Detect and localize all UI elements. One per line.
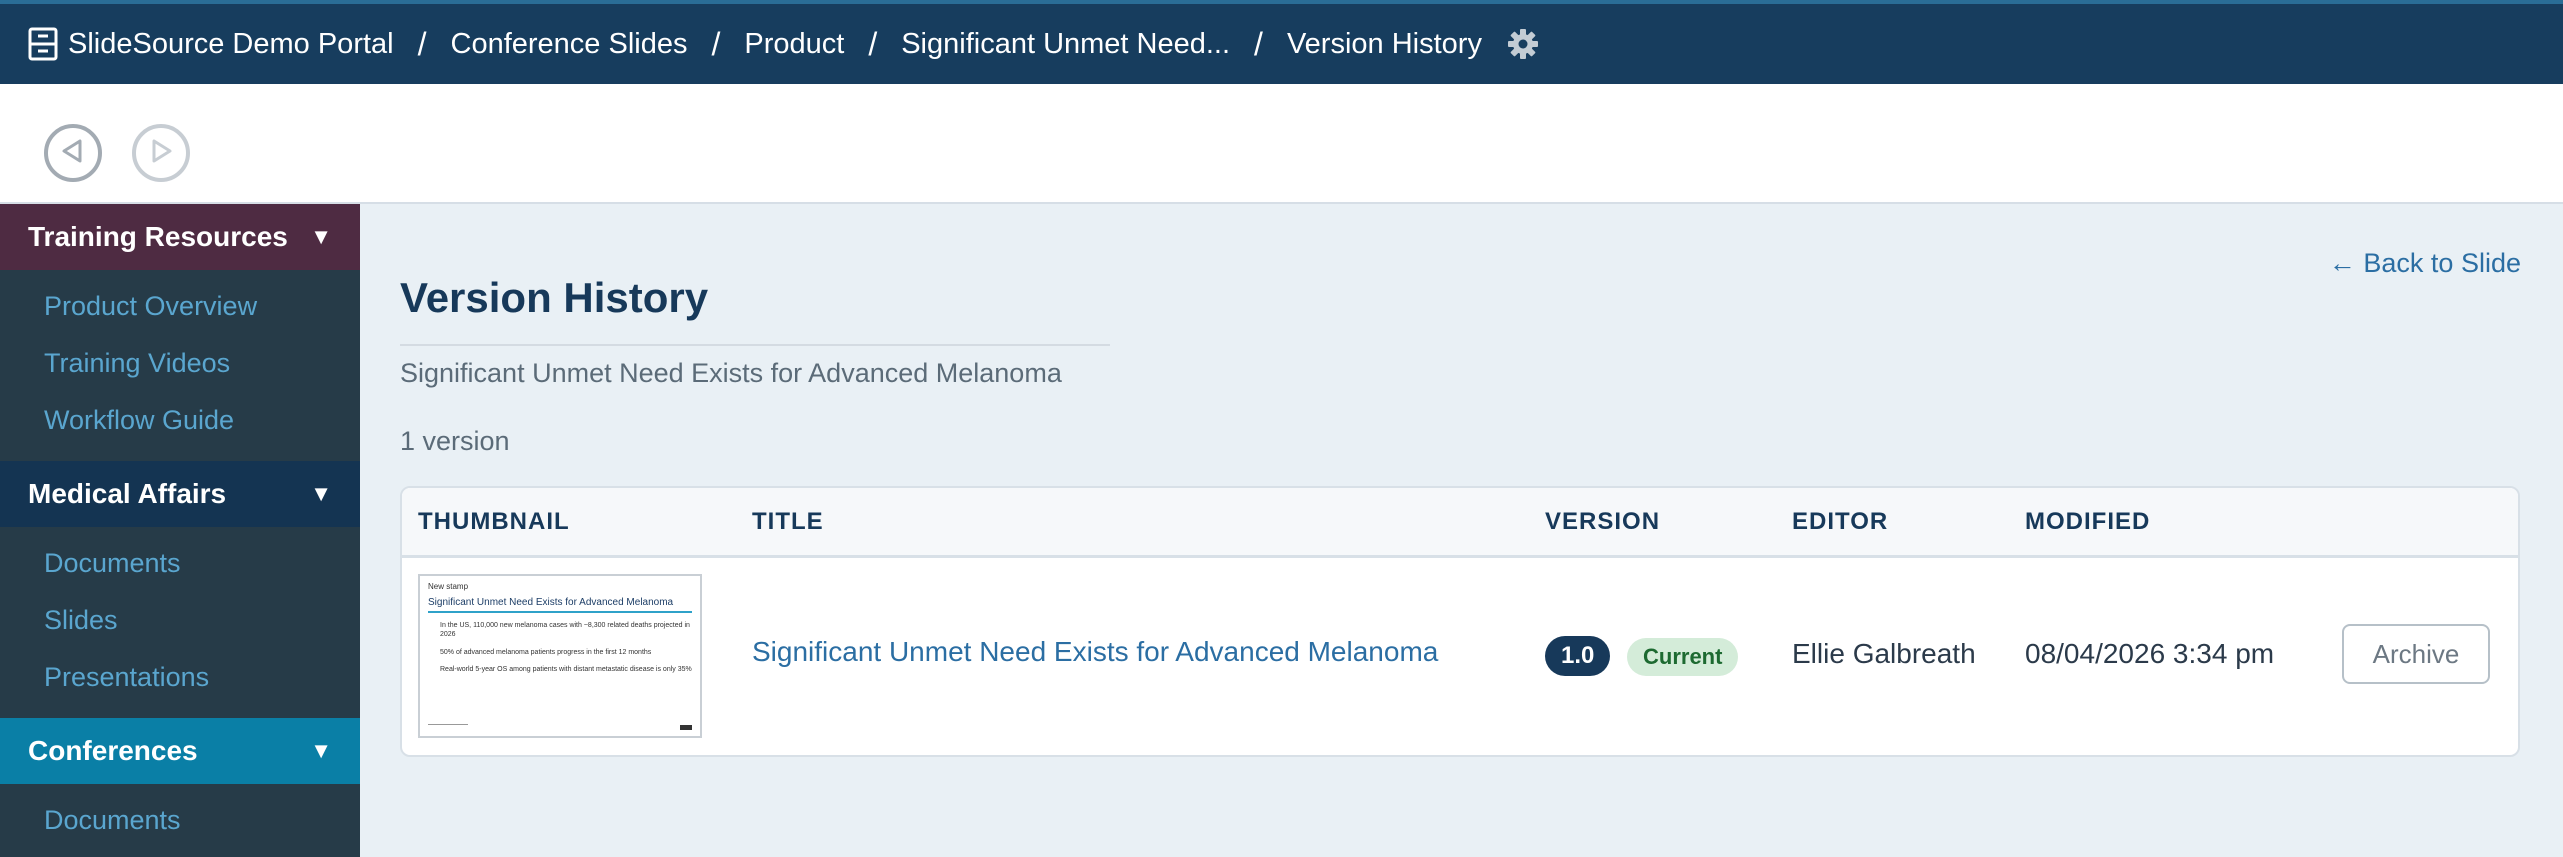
breadcrumb-conference-slides[interactable]: Conference Slides <box>451 28 688 61</box>
back-to-slide-link[interactable]: ← Back to Slide <box>2329 248 2521 279</box>
breadcrumb-separator: / <box>711 25 721 62</box>
breadcrumb-separator: / <box>1254 25 1263 62</box>
status-badge: Current <box>1627 638 1739 676</box>
gear-icon[interactable] <box>1506 27 1540 61</box>
title-divider <box>400 344 1110 346</box>
sidebar-item-training-videos[interactable]: Training Videos <box>0 335 360 392</box>
sidebar-section-title: Conferences <box>28 735 198 766</box>
navigation-toolbar <box>0 84 2563 204</box>
play-left-icon <box>60 138 86 169</box>
caret-down-icon: ▼ <box>310 224 332 249</box>
sidebar-section-medical-affairs[interactable]: Medical Affairs ▼ <box>0 461 360 527</box>
sidebar-item-workflow-guide[interactable]: Workflow Guide <box>0 392 360 449</box>
sidebar-item-conference-documents[interactable]: Documents <box>0 792 360 849</box>
editor-name: Ellie Galbreath <box>1792 638 1976 669</box>
column-header-modified: MODIFIED <box>2025 508 2151 535</box>
archive-button[interactable]: Archive <box>2342 624 2490 684</box>
table-row: New stamp Significant Unmet Need Exists … <box>402 558 2518 755</box>
thumbnail-logo <box>680 725 692 730</box>
breadcrumb-separator: / <box>417 25 427 62</box>
thumbnail-footer <box>428 724 468 730</box>
thumbnail-stamp: New stamp <box>428 582 469 591</box>
breadcrumb-version-history: Version History <box>1286 27 1482 60</box>
sidebar-item-product-overview[interactable]: Product Overview <box>0 278 360 335</box>
column-header-title: TITLE <box>752 508 824 535</box>
breadcrumb-separator: / <box>868 25 878 62</box>
breadcrumb-portal[interactable]: SlideSource Demo Portal <box>68 28 394 61</box>
version-badge: 1.0 <box>1545 636 1611 676</box>
column-header-thumbnail: THUMBNAIL <box>418 508 570 535</box>
slide-thumbnail[interactable]: New stamp Significant Unmet Need Exists … <box>418 574 702 738</box>
column-header-editor: EDITOR <box>1792 508 1889 535</box>
sidebar-section-title: Medical Affairs <box>28 478 227 509</box>
thumbnail-bullet: Real-world 5-year OS among patients with… <box>440 666 692 674</box>
back-button[interactable] <box>44 124 102 182</box>
sidebar-item-slides[interactable]: Slides <box>0 592 360 649</box>
sidebar-section-items: Documents <box>0 784 360 857</box>
archive-box-icon <box>28 27 58 61</box>
breadcrumb-slide[interactable]: Significant Unmet Need... <box>901 28 1230 61</box>
breadcrumb-product[interactable]: Product <box>744 28 844 61</box>
table-header: THUMBNAIL TITLE VERSION EDITOR MODIFIED <box>402 488 2518 558</box>
main-content: Version History ← Back to Slide Signific… <box>360 204 2563 857</box>
thumbnail-bullet: 50% of advanced melanoma patients progre… <box>440 648 652 656</box>
sidebar-section-training-resources[interactable]: Training Resources ▼ <box>0 204 360 270</box>
thumbnail-title: Significant Unmet Need Exists for Advanc… <box>428 597 692 613</box>
sidebar-section-items: Documents Slides Presentations <box>0 527 360 718</box>
caret-down-icon: ▼ <box>310 481 332 506</box>
page-title: Version History <box>400 274 709 321</box>
sidebar-item-presentations[interactable]: Presentations <box>0 649 360 706</box>
forward-button[interactable] <box>132 124 190 182</box>
sidebar-section-title: Training Resources <box>28 221 288 252</box>
version-title-link[interactable]: Significant Unmet Need Exists for Advanc… <box>752 636 1438 668</box>
caret-down-icon: ▼ <box>310 738 332 763</box>
top-breadcrumb-bar: SlideSource Demo Portal / Conference Sli… <box>0 0 2563 84</box>
thumbnail-bullet: In the US, 110,000 new melanoma cases wi… <box>440 622 690 639</box>
sidebar-section-conferences[interactable]: Conferences ▼ <box>0 718 360 784</box>
sidebar-item-documents[interactable]: Documents <box>0 535 360 592</box>
play-right-icon <box>148 138 174 169</box>
sidebar: Training Resources ▼ Product Overview Tr… <box>0 204 360 857</box>
version-table: THUMBNAIL TITLE VERSION EDITOR MODIFIED … <box>400 486 2520 757</box>
column-header-version: VERSION <box>1545 508 1661 535</box>
version-count: 1 version <box>400 426 510 456</box>
slide-subtitle: Significant Unmet Need Exists for Advanc… <box>400 358 1062 388</box>
sidebar-section-items: Product Overview Training Videos Workflo… <box>0 270 360 461</box>
modified-date: 08/04/2026 3:34 pm <box>2025 638 2275 669</box>
